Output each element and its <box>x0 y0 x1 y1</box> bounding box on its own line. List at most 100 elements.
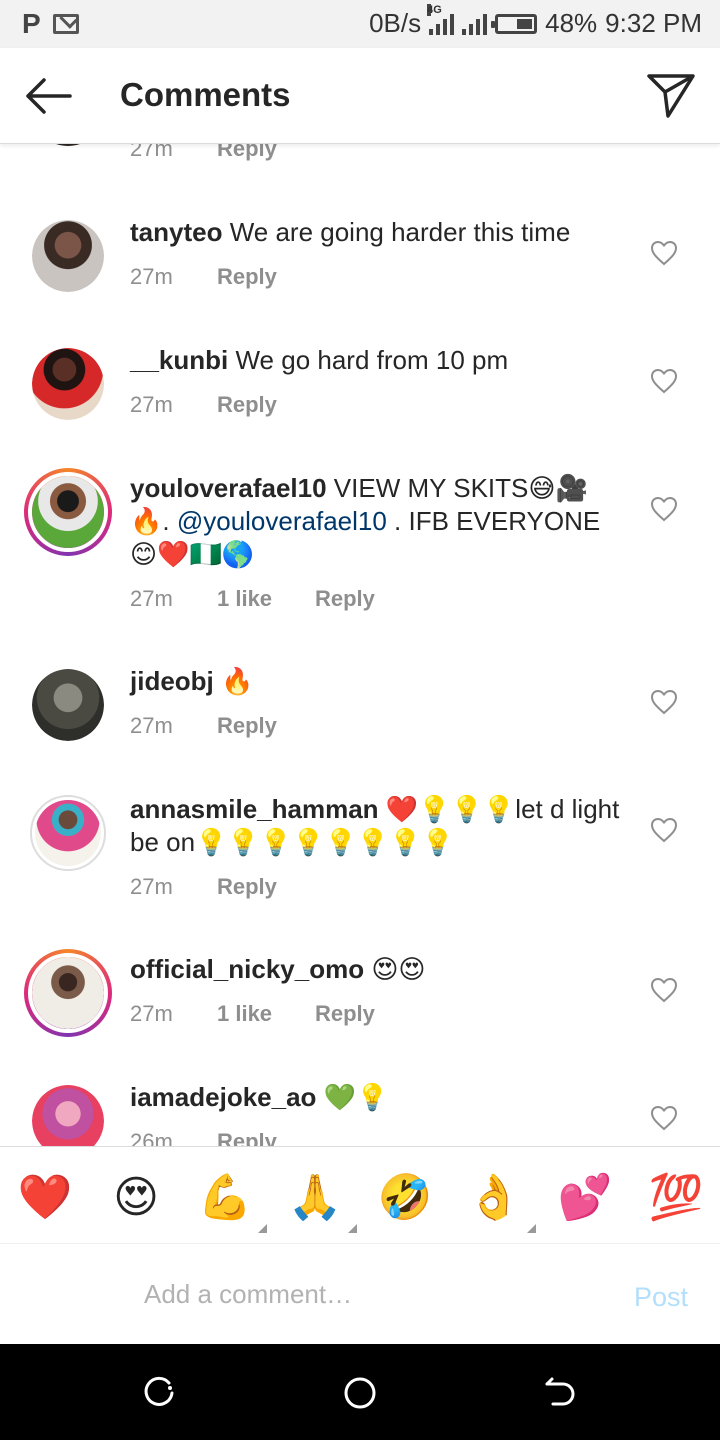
battery-percent: 48% <box>545 8 598 38</box>
emoji-heart-button[interactable]: ❤️ <box>17 1169 73 1225</box>
reply-button[interactable]: Reply <box>217 874 277 900</box>
signal-icon-2 <box>462 13 488 35</box>
likes-count[interactable]: 1 like <box>217 1001 315 1027</box>
emoji-glyph: 💪 <box>197 1172 253 1223</box>
emoji-flexed-biceps-button[interactable]: 💪 <box>197 1169 267 1233</box>
emoji-rolling-laughing-button[interactable]: 🤣 <box>377 1169 433 1225</box>
direct-share-icon[interactable] <box>646 70 696 120</box>
comment-meta: 26m Reply <box>130 1129 277 1146</box>
comment-time: 27m <box>130 392 173 417</box>
comment-text: youloverafael10 VIEW MY SKITS😅🎥 🔥. @youl… <box>130 472 630 571</box>
comment-text: annasmile_hamman ❤️💡💡💡let d light be on💡… <box>130 793 630 859</box>
avatar[interactable] <box>32 1085 104 1146</box>
avatar[interactable] <box>30 795 106 871</box>
comment-body: 🔥 <box>221 666 254 696</box>
mail-notification-icon <box>52 14 79 34</box>
comment-body: 💚💡 <box>323 1082 389 1112</box>
reply-button[interactable]: Reply <box>217 144 277 162</box>
avatar-story-ring[interactable] <box>24 468 112 556</box>
comment-text: __kunbi We go hard from 10 pm <box>130 344 630 377</box>
comment-meta: 27m 1 like Reply <box>130 1001 375 1027</box>
comment-time: 27m <box>130 713 173 738</box>
comment-username[interactable]: __kunbi <box>130 345 228 375</box>
like-heart-icon[interactable] <box>650 1105 678 1131</box>
comment-body-2: 🔥. <box>130 506 170 536</box>
comment-composer: Post <box>0 1244 720 1344</box>
signal-icon: 4G <box>427 3 455 35</box>
comment-meta: 27m Reply <box>130 874 277 900</box>
like-heart-icon[interactable] <box>650 368 678 394</box>
reply-button[interactable]: Reply <box>217 264 277 290</box>
reply-button[interactable]: Reply <box>217 1129 277 1146</box>
comment-username[interactable]: youloverafael10 <box>130 473 327 503</box>
comment-meta: 27m Reply <box>130 392 277 418</box>
current-user-avatar <box>32 1258 104 1330</box>
emoji-glyph: 🙏 <box>287 1172 343 1223</box>
status-left: P <box>22 8 79 39</box>
status-bar: P 0B/s 4G 48% 9:32 PM <box>0 0 720 48</box>
comment-time: 27m <box>130 874 173 899</box>
system-nav-bar <box>0 1344 720 1440</box>
like-heart-icon[interactable] <box>650 496 678 522</box>
comment-meta: 27m Reply <box>130 264 277 290</box>
app-notification-icon: P <box>22 8 41 39</box>
clock: 9:32 PM <box>605 8 702 38</box>
mention-link[interactable]: @youloverafael10 <box>177 506 387 536</box>
comment-input[interactable] <box>144 1274 584 1314</box>
comment-body-4: 😊❤️🇳🇬🌎 <box>130 539 255 569</box>
comment-time: 27m <box>130 144 173 161</box>
network-type: 4G <box>427 3 442 16</box>
comment-username[interactable]: annasmile_hamman <box>130 794 379 824</box>
like-heart-icon[interactable] <box>650 977 678 1003</box>
home-icon[interactable] <box>343 1376 377 1410</box>
reply-button[interactable]: Reply <box>217 392 277 418</box>
comment-username[interactable]: official_nicky_omo <box>130 954 364 984</box>
comment-username[interactable]: tanyteo <box>130 217 222 247</box>
comment-meta: 27m Reply <box>130 713 277 739</box>
comment-time: 26m <box>130 1129 173 1146</box>
post-button[interactable]: Post <box>634 1282 688 1313</box>
comment-body: We are going harder this time <box>229 217 571 247</box>
recent-apps-icon[interactable] <box>143 1376 177 1410</box>
comment-text: jideobj 🔥 <box>130 665 630 698</box>
comment-body: We go hard from 10 pm <box>235 345 509 375</box>
comment-username[interactable]: iamadejoke_ao <box>130 1082 316 1112</box>
emoji-two-hearts-button[interactable]: 💕 <box>557 1169 613 1225</box>
comment-meta: 27m Reply <box>130 144 277 162</box>
avatar[interactable] <box>32 220 104 292</box>
avatar[interactable] <box>32 348 104 420</box>
network-speed: 0B/s <box>369 8 422 38</box>
comment-text: tanyteo We are going harder this time <box>130 216 630 249</box>
emoji-folded-hands-button[interactable]: 🙏 <box>287 1169 357 1233</box>
likes-count[interactable]: 1 like <box>217 586 315 612</box>
back-arrow-icon[interactable] <box>22 74 74 118</box>
like-heart-icon[interactable] <box>650 689 678 715</box>
emoji-hundred-points-button[interactable]: 💯 <box>648 1169 704 1225</box>
comment-text: official_nicky_omo 😍😍 <box>130 953 630 986</box>
like-heart-icon[interactable] <box>650 240 678 266</box>
comments-list[interactable]: 27m Reply tanyteo We are going harder th… <box>0 144 720 1146</box>
comment-time: 27m <box>130 1001 173 1026</box>
emoji-quick-bar: ❤️ 😍 💪 🙏 🤣 👌 💕 💯 <box>0 1146 720 1244</box>
reply-button[interactable]: Reply <box>315 586 375 612</box>
avatar[interactable] <box>32 144 104 146</box>
emoji-ok-hand-button[interactable]: 👌 <box>466 1169 536 1233</box>
comment-time: 27m <box>130 586 173 611</box>
comment-meta: 27m 1 like Reply <box>130 586 375 612</box>
avatar[interactable] <box>32 669 104 741</box>
back-nav-icon[interactable] <box>543 1376 577 1410</box>
comment-body: 😍😍 <box>371 954 426 984</box>
comment-text: iamadejoke_ao 💚💡 <box>130 1081 630 1114</box>
comment-body: VIEW MY SKITS😅🎥 <box>333 473 588 503</box>
avatar-story-ring[interactable] <box>24 949 112 1037</box>
reply-button[interactable]: Reply <box>217 713 277 739</box>
status-right: 0B/s 4G 48% 9:32 PM <box>369 3 702 39</box>
comment-username[interactable]: jideobj <box>130 666 214 696</box>
reply-button[interactable]: Reply <box>315 1001 375 1027</box>
like-heart-icon[interactable] <box>650 817 678 843</box>
page-title: Comments <box>120 76 291 113</box>
emoji-heart-eyes-button[interactable]: 😍 <box>108 1169 164 1225</box>
header: Comments <box>0 48 720 144</box>
comment-time: 27m <box>130 264 173 289</box>
comment-body-3: . IFB EVERYONE <box>394 506 601 536</box>
